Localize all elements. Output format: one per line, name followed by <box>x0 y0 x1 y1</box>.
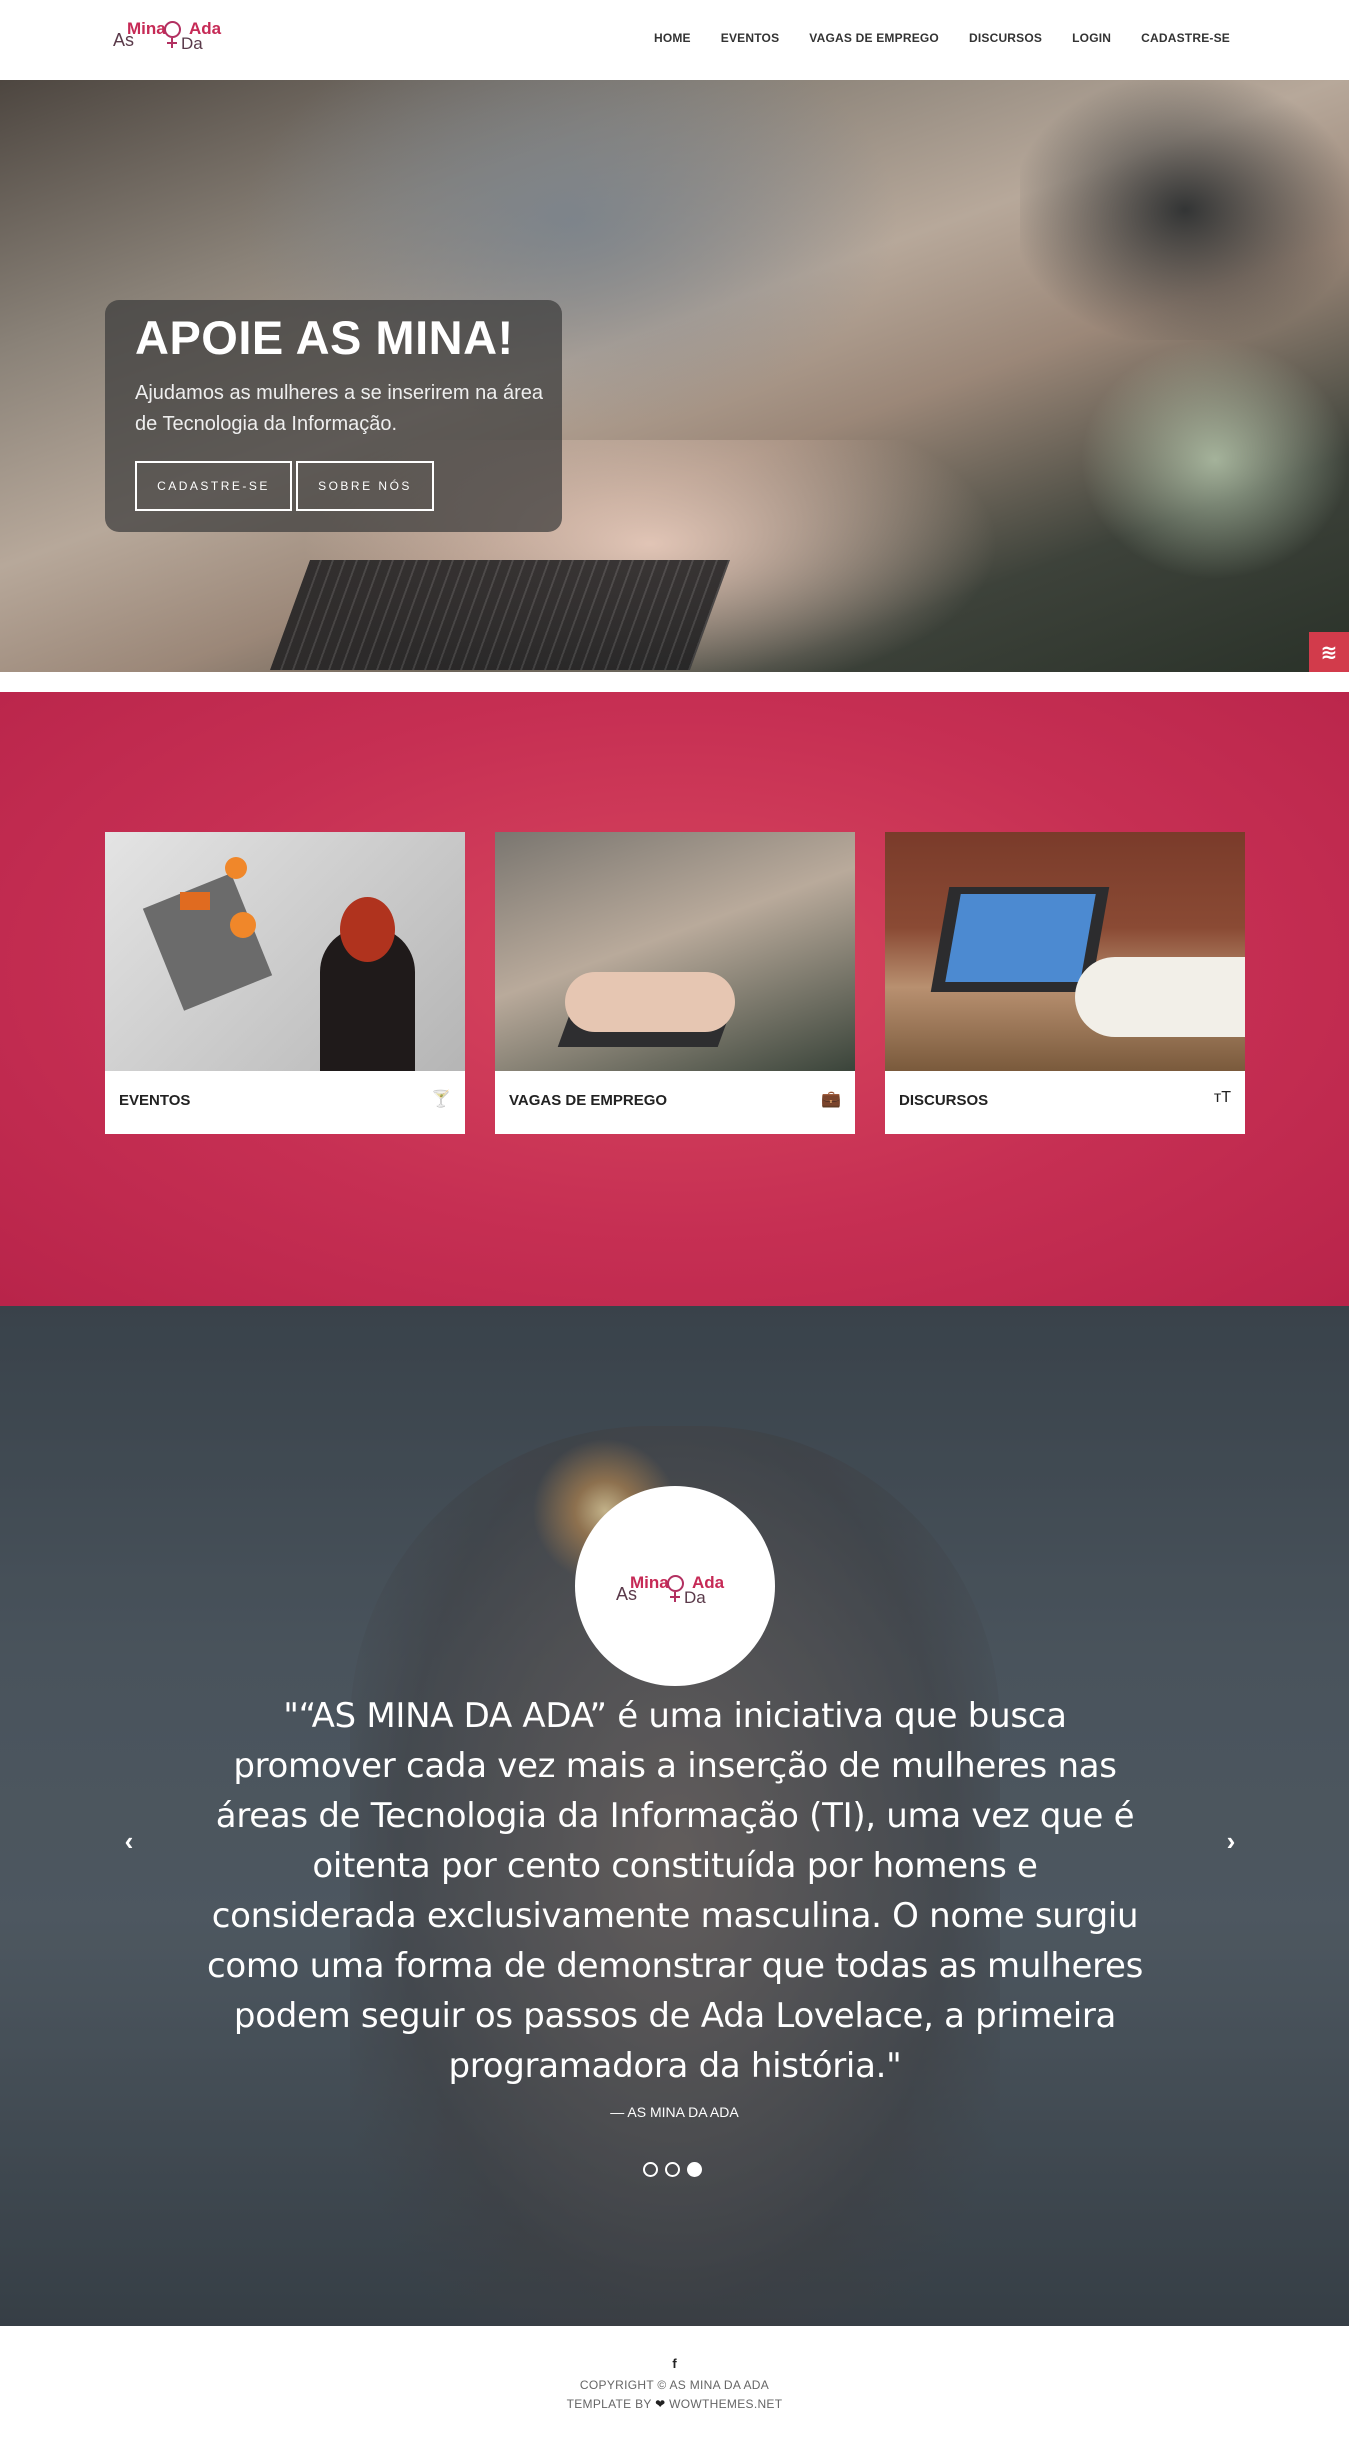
testimonial-author: — AS MINA DA ADA <box>610 2104 739 2120</box>
footer-template-credit: TEMPLATE BY ❤ WOWTHEMES.NET <box>0 2397 1349 2411</box>
testimonial-logo: As Mina Ada Da <box>575 1486 775 1686</box>
register-button[interactable]: CADASTRE-SE <box>135 461 292 511</box>
card-label: EVENTOS <box>119 1092 191 1109</box>
venus-icon <box>667 1575 684 1592</box>
carousel-dot[interactable] <box>665 2162 680 2177</box>
image-chart-bar <box>180 892 210 910</box>
image-hands <box>565 972 735 1032</box>
venus-icon-bar <box>670 1596 680 1598</box>
hero-photo-keyboard <box>269 560 731 670</box>
card-image-eventos <box>105 832 465 1071</box>
venus-icon-bar <box>167 42 177 44</box>
feature-card-eventos[interactable]: EVENTOS 🍸 <box>105 832 465 1134</box>
logo-word-da: Da <box>181 34 203 53</box>
template-credit-link[interactable]: WOWTHEMES.NET <box>669 2397 782 2411</box>
nav-discursos[interactable]: DISCURSOS <box>969 31 1042 45</box>
site-logo[interactable]: As Mina Ada Da <box>110 14 230 54</box>
nav-eventos[interactable]: EVENTOS <box>721 31 780 45</box>
navbar: As Mina Ada Da HOME EVENTOS VAGAS DE EMP… <box>0 0 1349 80</box>
card-label: DISCURSOS <box>899 1092 989 1109</box>
text-size-icon: ᴛT <box>1213 1089 1231 1106</box>
footer-copyright: COPYRIGHT © AS MINA DA ADA <box>579 2378 770 2392</box>
image-chart-bubble <box>230 912 256 938</box>
card-image-vagas <box>495 832 855 1071</box>
venus-icon <box>164 21 181 38</box>
nav-vagas[interactable]: VAGAS DE EMPREGO <box>809 31 939 45</box>
cocktail-glass-icon: 🍸 <box>431 1091 451 1108</box>
image-chart-bubble <box>225 857 247 879</box>
hero-subtitle: Ajudamos as mulheres a se inserirem na á… <box>135 382 543 435</box>
footer: f COPYRIGHT © AS MINA DA ADA TEMPLATE BY… <box>0 2326 1349 2446</box>
chat-widget-icon[interactable]: ≋ <box>1309 632 1349 672</box>
image-laptop-screen <box>945 894 1096 982</box>
image-arm <box>1075 957 1245 1037</box>
nav-home[interactable]: HOME <box>654 31 691 45</box>
main-menu: HOME EVENTOS VAGAS DE EMPREGO DISCURSOS … <box>624 31 1230 45</box>
logo-word-mina: Mina <box>127 19 166 38</box>
feature-card-discursos[interactable]: DISCURSOS ᴛT <box>885 832 1245 1134</box>
chevron-right-icon[interactable]: › <box>1216 1826 1246 1856</box>
logo-word-mina: Mina <box>630 1573 669 1592</box>
card-label: VAGAS DE EMPREGO <box>509 1092 668 1109</box>
logo-word-da: Da <box>684 1588 706 1607</box>
hero-banner: APOIE AS MINA! Ajudamos as mulheres a se… <box>0 80 1349 672</box>
testimonial-quote: "“AS MINA DA ADA” é uma iniciativa que b… <box>206 1696 1144 2086</box>
facebook-icon[interactable]: f <box>0 2356 1349 2371</box>
heart-icon: ❤ <box>655 2397 666 2411</box>
chevron-left-icon[interactable]: ‹ <box>114 1826 144 1856</box>
hero-title: APOIE AS MINA! <box>135 311 514 364</box>
hero-photo-shade <box>1020 80 1349 340</box>
about-button[interactable]: SOBRE NÓS <box>296 461 434 511</box>
hero-caption-box: APOIE AS MINA! Ajudamos as mulheres a se… <box>105 300 562 532</box>
card-image-discursos <box>885 832 1245 1071</box>
feature-card-vagas[interactable]: VAGAS DE EMPREGO 💼 <box>495 832 855 1134</box>
briefcase-icon: 💼 <box>821 1091 841 1108</box>
image-woman-head <box>340 897 395 962</box>
testimonial-carousel: As Mina Ada Da "“AS MINA DA ADA” é uma i… <box>0 1306 1349 2326</box>
carousel-indicators <box>643 2162 702 2177</box>
hero-photo-plant <box>1080 340 1349 580</box>
testimonial-logo-mark: As Mina Ada Da <box>613 1568 743 1608</box>
nav-cadastre[interactable]: CADASTRE-SE <box>1141 31 1230 45</box>
carousel-dot[interactable] <box>643 2162 658 2177</box>
carousel-dot[interactable] <box>687 2162 702 2177</box>
features-section: EVENTOS 🍸 VAGAS DE EMPREGO 💼 DISCURSOS ᴛ… <box>0 692 1349 1306</box>
nav-login[interactable]: LOGIN <box>1072 31 1111 45</box>
template-credit-prefix: TEMPLATE BY <box>566 2397 652 2411</box>
